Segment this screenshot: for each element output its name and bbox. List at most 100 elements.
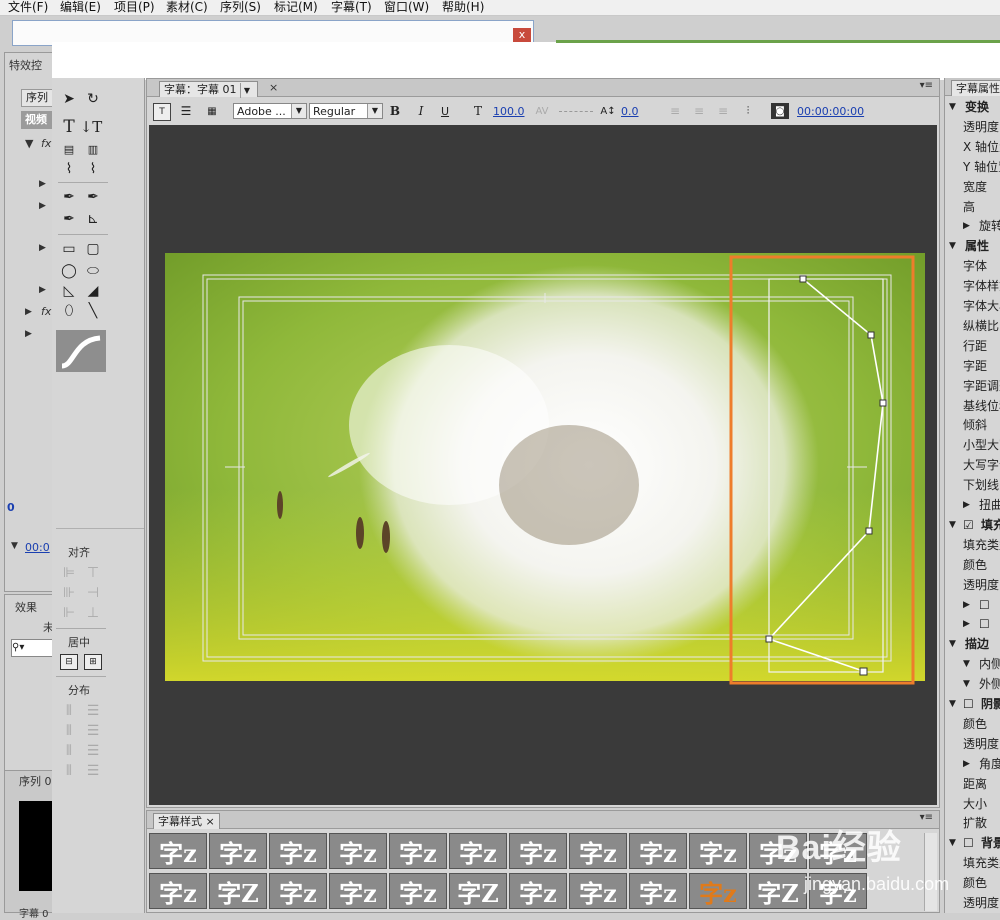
align-bottom-icon[interactable]: ⊥ (84, 604, 102, 622)
align-left-icon[interactable]: ⊫ (60, 564, 78, 582)
anchor-point[interactable] (865, 527, 873, 535)
close-tab-icon[interactable]: × (206, 815, 215, 828)
panel-menu-icon[interactable]: ▾≡ (920, 80, 933, 91)
pen-tool-icon[interactable]: ✒ (60, 188, 78, 206)
checkbox[interactable]: ☐ (963, 834, 974, 852)
anchor-point[interactable] (859, 667, 868, 676)
type-tool-icon[interactable]: T (60, 117, 78, 137)
font-family-select[interactable]: Adobe ... ▼ (233, 103, 307, 119)
add-anchor-tool-icon[interactable]: ✒ (60, 210, 78, 228)
new-title-icon[interactable]: T (153, 103, 171, 121)
vertical-path-type-tool-icon[interactable]: ⌇ (84, 160, 102, 178)
chevron-down-icon[interactable]: ▼ (949, 695, 956, 713)
chevron-right-icon[interactable]: ▶ (963, 615, 970, 633)
current-time[interactable]: 00:0 (25, 541, 50, 554)
distribute-left-icon[interactable]: ⫴ (60, 702, 78, 720)
chevron-down-icon[interactable]: ▼ (949, 834, 956, 852)
menu-item[interactable]: 窗口(W) (384, 0, 429, 15)
rectangle-tool-icon[interactable]: ▭ (60, 240, 78, 258)
vertical-area-type-tool-icon[interactable]: ▥ (84, 140, 102, 158)
checkbox[interactable]: ☐ (979, 615, 990, 633)
styles-tab[interactable]: 字幕样式 × (153, 813, 220, 829)
anchor-point[interactable] (879, 399, 887, 407)
menu-item[interactable]: 文件(F) (8, 0, 48, 15)
distribute-center-h-icon[interactable]: ⫴ (60, 722, 78, 740)
menu-item[interactable]: 序列(S) (220, 0, 261, 15)
underline-button[interactable]: U (437, 103, 453, 119)
chevron-down-icon[interactable]: ▼ (949, 635, 956, 653)
collapse-icon[interactable]: ▶ (39, 201, 46, 211)
rounded-corner-tool-icon[interactable]: ⬭ (84, 262, 102, 280)
collapse-icon[interactable]: ▶ (39, 285, 46, 295)
style-tile[interactable]: 字Z (209, 873, 267, 909)
collapse-icon[interactable]: ▶ (25, 329, 32, 339)
menu-item[interactable]: 编辑(E) (60, 0, 101, 15)
style-tile[interactable]: 字z (509, 873, 567, 909)
chevron-right-icon[interactable]: ▶ (963, 496, 970, 514)
distribute-top-icon[interactable]: ☰ (84, 702, 102, 720)
distribute-center-v-icon[interactable]: ☰ (84, 722, 102, 740)
background-timecode[interactable]: 00:00:00:00 (797, 105, 864, 118)
distribute-even-v-icon[interactable]: ☰ (84, 762, 102, 780)
italic-button[interactable]: I (413, 103, 429, 119)
chevron-right-icon[interactable]: ▶ (963, 596, 970, 614)
anchor-point[interactable] (867, 331, 875, 339)
vertical-type-tool-icon[interactable]: ↓T (80, 118, 103, 136)
style-tile[interactable]: 字z (389, 833, 447, 869)
style-tile[interactable]: 字z (149, 833, 207, 869)
style-tile[interactable]: 字Z (749, 873, 807, 909)
align-right-text-icon[interactable]: ≡ (715, 103, 731, 119)
center-vertical-icon[interactable]: ⊞ (84, 654, 102, 670)
title-canvas[interactable] (149, 125, 937, 805)
close-tab-icon[interactable]: × (269, 81, 278, 94)
tab-stops-icon[interactable]: ⫶ (739, 103, 757, 119)
center-horizontal-icon[interactable]: ⊟ (60, 654, 78, 670)
delete-anchor-tool-icon[interactable]: ✒ (84, 188, 102, 206)
style-tile[interactable]: 字z (329, 833, 387, 869)
line-tool-icon[interactable]: ╲ (84, 302, 102, 320)
style-tile[interactable]: 字z (809, 833, 867, 869)
style-tile[interactable]: 字z (209, 833, 267, 869)
style-tile[interactable]: 字z (689, 873, 747, 909)
style-tile[interactable]: 字z (629, 833, 687, 869)
chevron-down-icon[interactable]: ▼ (963, 655, 970, 673)
style-tile[interactable]: 字z (569, 873, 627, 909)
bold-button[interactable]: B (387, 103, 403, 119)
style-tile[interactable]: 字Z (449, 873, 507, 909)
style-tile[interactable]: 字z (689, 833, 747, 869)
distribute-even-h-icon[interactable]: ⫴ (60, 762, 78, 780)
title-tab[interactable]: 字幕：字幕 01 ▼ (159, 81, 258, 98)
align-center-h-icon[interactable]: ⊪ (60, 584, 78, 602)
arc-tool-icon[interactable]: ◢ (84, 282, 102, 300)
distribute-bottom-icon[interactable]: ☰ (84, 742, 102, 760)
menu-item[interactable]: 标记(M) (274, 0, 318, 15)
panel-menu-icon[interactable]: ▾≡ (920, 812, 933, 823)
checkbox[interactable]: ☐ (963, 695, 974, 713)
collapse-icon[interactable]: ▶ (39, 179, 46, 189)
style-tile[interactable]: 字z (749, 833, 807, 869)
styles-scrollbar[interactable] (924, 833, 937, 911)
style-tile[interactable]: 字z (149, 873, 207, 909)
style-tile[interactable]: 字z (269, 833, 327, 869)
clipped-rectangle-tool-icon[interactable]: ◯ (60, 262, 78, 280)
menu-item[interactable]: 字幕(T) (331, 0, 372, 15)
font-style-select[interactable]: Regular ▼ (309, 103, 383, 119)
show-background-video-icon[interactable]: ◙ (771, 103, 789, 119)
style-tile[interactable]: 字z (449, 833, 507, 869)
chevron-down-icon[interactable]: ▼ (949, 237, 956, 255)
anchor-point[interactable] (765, 635, 773, 643)
chevron-down-icon[interactable]: ▼ (949, 98, 956, 116)
align-top-icon[interactable]: ⊤ (84, 564, 102, 582)
font-size-value[interactable]: 100.0 (493, 105, 525, 118)
tab-dropdown-icon[interactable]: ▼ (240, 83, 253, 98)
align-left-text-icon[interactable]: ≡ (667, 103, 683, 119)
properties-tab[interactable]: 字幕属性 (951, 80, 1000, 96)
rotation-tool-icon[interactable]: ↻ (84, 90, 102, 108)
templates-icon[interactable]: ▦ (201, 103, 223, 119)
style-tile[interactable]: 字z (269, 873, 327, 909)
path-type-tool-icon[interactable]: ⌇ (60, 160, 78, 178)
convert-anchor-tool-icon[interactable]: ⊾ (84, 210, 102, 228)
chevron-down-icon[interactable]: ▼ (949, 516, 956, 534)
menu-item[interactable]: 帮助(H) (442, 0, 484, 15)
chevron-right-icon[interactable]: ▶ (963, 755, 970, 773)
